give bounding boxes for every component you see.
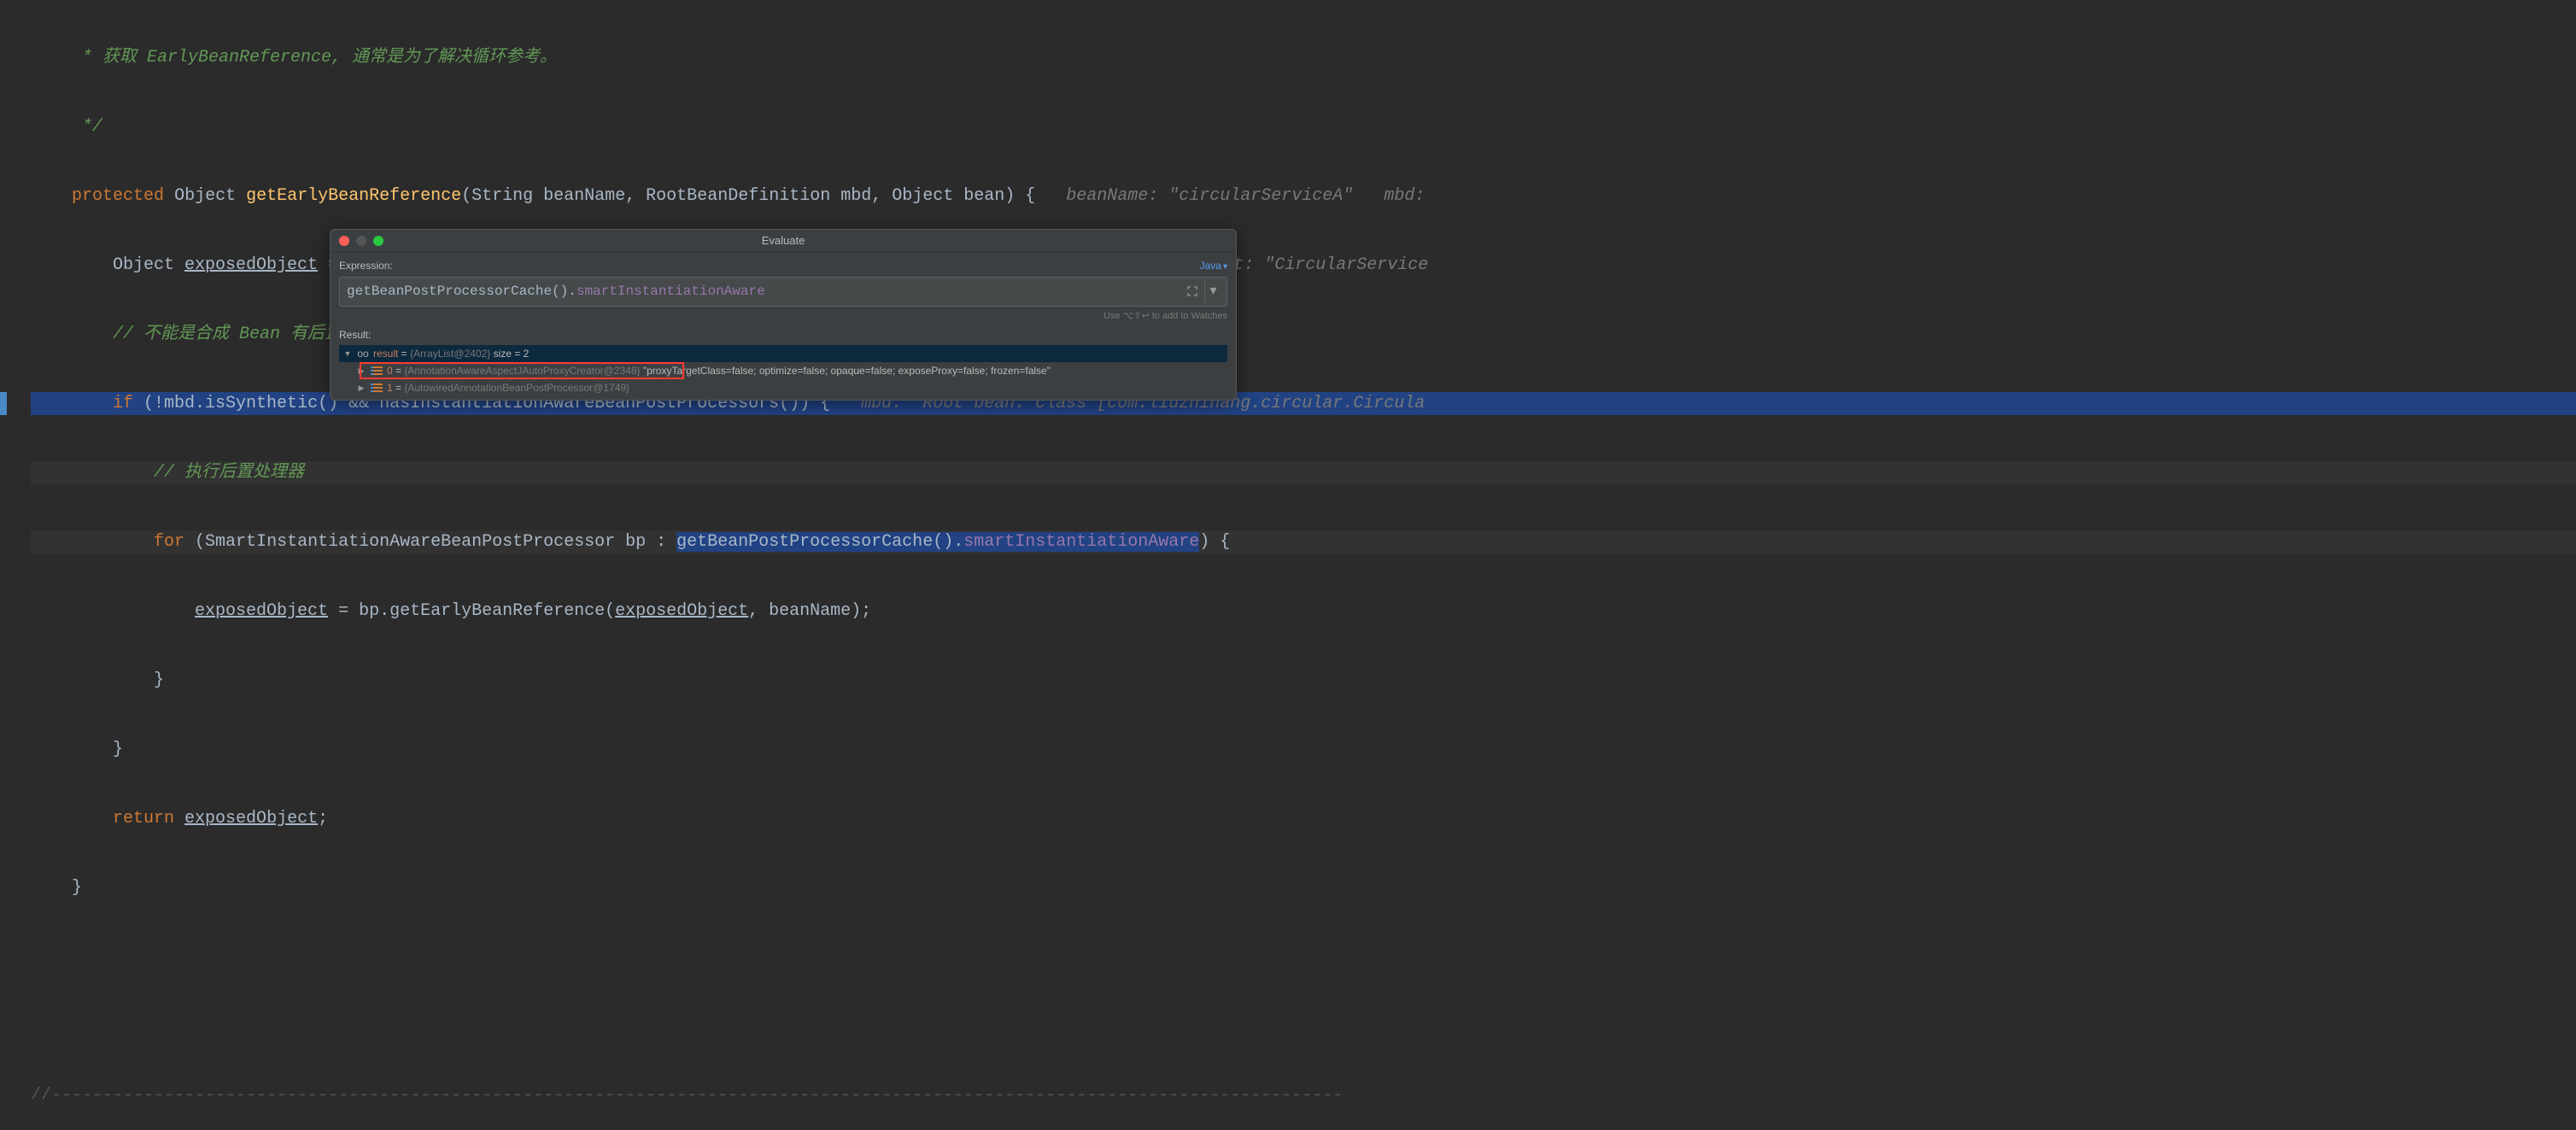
chevron-right-icon[interactable] xyxy=(356,366,366,376)
close-window-button[interactable] xyxy=(339,236,349,246)
code-editor[interactable]: * 获取 EarlyBeanReference, 通常是为了解决循环参考。 */… xyxy=(0,0,2576,1130)
selected-expression[interactable]: getBeanPostProcessorCache().smartInstant… xyxy=(676,532,1199,552)
history-dropdown-button[interactable]: ▾ xyxy=(1204,279,1221,303)
code-line: return exposedObject; xyxy=(31,807,2576,830)
expression-text: getBeanPostProcessorCache().smartInstant… xyxy=(347,283,765,302)
evaluate-expression-panel[interactable]: Evaluate Expression: Java getBeanPostPro… xyxy=(330,229,1237,401)
code-line: */ xyxy=(31,115,2576,138)
tree-node-text: 0 = {AnnotationAwareAspectJAutoProxyCrea… xyxy=(387,364,1051,378)
chevron-down-icon[interactable] xyxy=(342,348,353,359)
code-line-method-decl: protected Object getEarlyBeanReference(S… xyxy=(31,184,2576,208)
doc-comment: */ xyxy=(31,115,102,138)
code-line xyxy=(31,946,2576,969)
method-signature: protected Object getEarlyBeanReference(S… xyxy=(31,184,1035,208)
code-line-divider: //--------------------------------------… xyxy=(31,1084,2576,1107)
tree-node-text: result = {ArrayList@2402} size = 2 xyxy=(373,347,529,360)
tree-row-result[interactable]: oo result = {ArrayList@2402} size = 2 xyxy=(339,345,1227,362)
tree-row-item-1[interactable]: 1 = {AutowiredAnnotationBeanPostProcesso… xyxy=(339,379,1227,396)
minimize-window-button[interactable] xyxy=(356,236,366,246)
panel-title: Evaluate xyxy=(331,233,1236,249)
list-item-icon xyxy=(370,381,383,395)
language-dropdown[interactable]: Java xyxy=(1200,259,1227,273)
expression-label: Expression: xyxy=(339,259,393,272)
code-line: // 执行后置处理器 xyxy=(31,461,2576,484)
code-line: exposedObject = bp.getEarlyBeanReference… xyxy=(31,600,2576,623)
tree-row-item-0[interactable]: 0 = {AnnotationAwareAspectJAutoProxyCrea… xyxy=(339,362,1227,379)
variable-exposedObject: exposedObject xyxy=(184,254,318,277)
code-line: } xyxy=(31,738,2576,761)
code-line: } xyxy=(31,669,2576,692)
tree-node-text: 1 = {AutowiredAnnotationBeanPostProcesso… xyxy=(387,381,629,395)
result-label: Result: xyxy=(339,328,1227,342)
inline-hint: beanName: "circularServiceA" mbd: xyxy=(1035,184,1425,208)
expand-icon[interactable] xyxy=(1186,284,1199,298)
watch-icon: oo xyxy=(356,347,370,360)
expression-input[interactable]: getBeanPostProcessorCache().smartInstant… xyxy=(339,277,1227,307)
doc-comment: * 获取 EarlyBeanReference, 通常是为了解决循环参考。 xyxy=(31,46,557,69)
list-item-icon xyxy=(370,364,383,378)
result-tree[interactable]: oo result = {ArrayList@2402} size = 2 0 … xyxy=(339,345,1227,396)
panel-body: Expression: Java getBeanPostProcessorCac… xyxy=(331,252,1236,400)
code-line: } xyxy=(31,876,2576,899)
window-controls xyxy=(339,236,383,246)
chevron-right-icon[interactable] xyxy=(356,383,366,393)
shortcut-hint: Use ⌥⇧↩ to add to Watches xyxy=(339,310,1227,323)
code-line xyxy=(31,1015,2576,1038)
breakpoint-indicator[interactable] xyxy=(0,392,7,415)
expression-label-row: Expression: Java xyxy=(339,259,1227,273)
panel-titlebar[interactable]: Evaluate xyxy=(331,230,1236,252)
code-line: * 获取 EarlyBeanReference, 通常是为了解决循环参考。 xyxy=(31,46,2576,69)
expression-controls: ▾ xyxy=(1186,279,1221,303)
code-line: for (SmartInstantiationAwareBeanPostProc… xyxy=(31,530,2576,553)
zoom-window-button[interactable] xyxy=(373,236,383,246)
